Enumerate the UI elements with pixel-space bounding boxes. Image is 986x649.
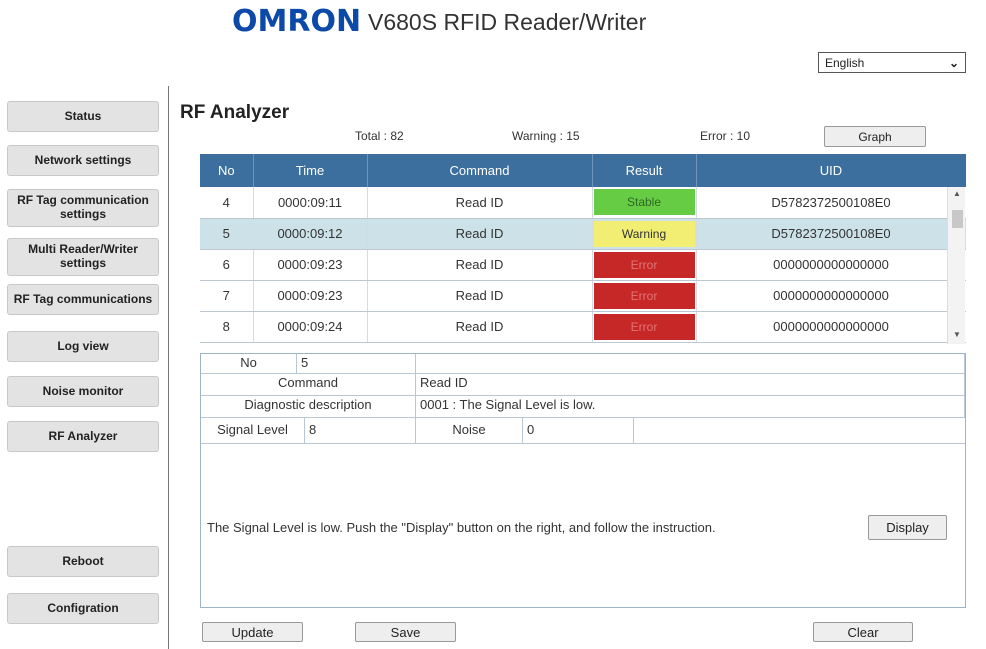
- column-header-command[interactable]: Command: [367, 154, 593, 187]
- detail-diagnostic-value: 0001 : The Signal Level is low.: [416, 396, 965, 418]
- table-row[interactable]: 4 0000:09:11 Read ID Stable D57823725001…: [200, 187, 966, 219]
- update-button[interactable]: Update: [202, 622, 303, 642]
- table-header-row: No Time Command Result UID: [200, 154, 966, 187]
- sidebar-item-label: RF Tag communications: [13, 291, 153, 306]
- omron-logo: OMRON: [232, 4, 362, 39]
- save-button[interactable]: Save: [355, 622, 456, 642]
- cell-time: 0000:09:12: [253, 218, 368, 250]
- detail-signal-label: Signal Level: [201, 418, 305, 444]
- sidebar-item-label: Status: [64, 108, 102, 123]
- detail-empty-cell: [416, 354, 965, 374]
- table-row[interactable]: 6 0000:09:23 Read ID Error 0000000000000…: [200, 249, 966, 281]
- sidebar-item-log-view[interactable]: Log view: [7, 331, 159, 362]
- result-badge-stable: Stable: [593, 189, 695, 216]
- detail-signal-value: 8: [305, 418, 416, 444]
- cell-no: 8: [200, 311, 254, 343]
- cell-uid: 0000000000000000: [696, 249, 966, 281]
- cell-result: Warning: [592, 218, 697, 250]
- page-title: RF Analyzer: [180, 102, 290, 123]
- sidebar-item-rf-analyzer[interactable]: RF Analyzer: [7, 421, 159, 452]
- cell-no: 4: [200, 187, 254, 219]
- scroll-up-arrow-icon[interactable]: ▲: [948, 188, 966, 200]
- column-header-no[interactable]: No: [200, 154, 254, 187]
- sidebar-item-noise-monitor[interactable]: Noise monitor: [7, 376, 159, 407]
- cell-result: Error: [592, 280, 697, 312]
- cell-uid: 0000000000000000: [696, 280, 966, 312]
- clear-button[interactable]: Clear: [813, 622, 913, 642]
- sidebar-item-label: Multi Reader/Writer settings: [28, 242, 138, 270]
- cell-command: Read ID: [367, 280, 593, 312]
- language-value: English: [825, 55, 865, 70]
- cell-result: Error: [592, 249, 697, 281]
- scroll-down-arrow-icon[interactable]: ▼: [948, 329, 966, 341]
- cell-time: 0000:09:23: [253, 280, 368, 312]
- error-count: Error : 10: [700, 129, 751, 143]
- cell-command: Read ID: [367, 311, 593, 343]
- detail-empty-cell: [634, 418, 965, 444]
- app-title: V680S RFID Reader/Writer: [368, 9, 647, 35]
- sidebar-item-rf-tag-communication-settings[interactable]: RF Tag communication settings: [7, 189, 159, 227]
- cell-no: 7: [200, 280, 254, 312]
- column-header-result[interactable]: Result: [592, 154, 697, 187]
- table-row[interactable]: 7 0000:09:23 Read ID Error 0000000000000…: [200, 280, 966, 312]
- graph-button[interactable]: Graph: [824, 126, 926, 147]
- language-select[interactable]: English ⌄: [818, 52, 966, 73]
- sidebar-item-label: Log view: [57, 338, 109, 353]
- sidebar-item-label: RF Tag communication settings: [17, 193, 149, 221]
- detail-noise-label: Noise: [416, 418, 523, 444]
- result-badge-warning: Warning: [593, 220, 695, 247]
- detail-command-label: Command: [201, 374, 416, 396]
- cell-command: Read ID: [367, 218, 593, 250]
- sidebar-item-label: Reboot: [62, 553, 104, 568]
- total-count: Total : 82: [355, 129, 404, 143]
- chevron-down-icon: ⌄: [948, 55, 959, 70]
- cell-uid: 0000000000000000: [696, 311, 966, 343]
- detail-panel: No 5 Command Read ID Diagnostic descript…: [200, 353, 966, 608]
- cell-uid: D5782372500108E0: [696, 187, 966, 219]
- cell-no: 6: [200, 249, 254, 281]
- result-badge-error: Error: [593, 282, 695, 309]
- cell-no: 5: [200, 218, 254, 250]
- display-button[interactable]: Display: [868, 515, 947, 540]
- detail-diagnostic-label: Diagnostic description: [201, 396, 416, 418]
- sidebar-item-status[interactable]: Status: [7, 101, 159, 132]
- column-header-time[interactable]: Time: [253, 154, 368, 187]
- log-table: No Time Command Result UID 4 0000:09:11 …: [200, 154, 966, 344]
- table-scrollbar[interactable]: ▲ ▼: [947, 187, 965, 344]
- cell-result: Stable: [592, 187, 697, 219]
- sidebar-item-label: Noise monitor: [42, 383, 124, 398]
- cell-time: 0000:09:11: [253, 187, 368, 219]
- cell-uid: D5782372500108E0: [696, 218, 966, 250]
- warning-count: Warning : 15: [512, 129, 580, 143]
- cell-time: 0000:09:23: [253, 249, 368, 281]
- sidebar-item-configration[interactable]: Configration: [7, 593, 159, 624]
- table-row[interactable]: 8 0000:09:24 Read ID Error 0000000000000…: [200, 311, 966, 343]
- sidebar-divider: [168, 86, 169, 649]
- result-badge-error: Error: [593, 251, 695, 278]
- detail-noise-value: 0: [523, 418, 634, 444]
- advice-text: The Signal Level is low. Push the "Displ…: [207, 520, 716, 535]
- cell-command: Read ID: [367, 187, 593, 219]
- cell-time: 0000:09:24: [253, 311, 368, 343]
- detail-no-value: 5: [297, 354, 416, 374]
- sidebar-item-label: RF Analyzer: [48, 428, 118, 443]
- sidebar-item-multi-reader-writer-settings[interactable]: Multi Reader/Writer settings: [7, 238, 159, 276]
- cell-result: Error: [592, 311, 697, 343]
- detail-no-label: No: [201, 354, 297, 374]
- table-row-selected[interactable]: 5 0000:09:12 Read ID Warning D5782372500…: [200, 218, 966, 250]
- sidebar-item-label: Configration: [47, 600, 119, 615]
- cell-command: Read ID: [367, 249, 593, 281]
- detail-command-value: Read ID: [416, 374, 965, 396]
- sidebar-item-label: Network settings: [34, 152, 132, 167]
- scrollbar-thumb[interactable]: [952, 210, 963, 228]
- result-badge-error: Error: [593, 313, 695, 340]
- column-header-uid[interactable]: UID: [696, 154, 966, 187]
- sidebar-item-rf-tag-communications[interactable]: RF Tag communications: [7, 284, 159, 315]
- sidebar-item-network-settings[interactable]: Network settings: [7, 145, 159, 176]
- sidebar-item-reboot[interactable]: Reboot: [7, 546, 159, 577]
